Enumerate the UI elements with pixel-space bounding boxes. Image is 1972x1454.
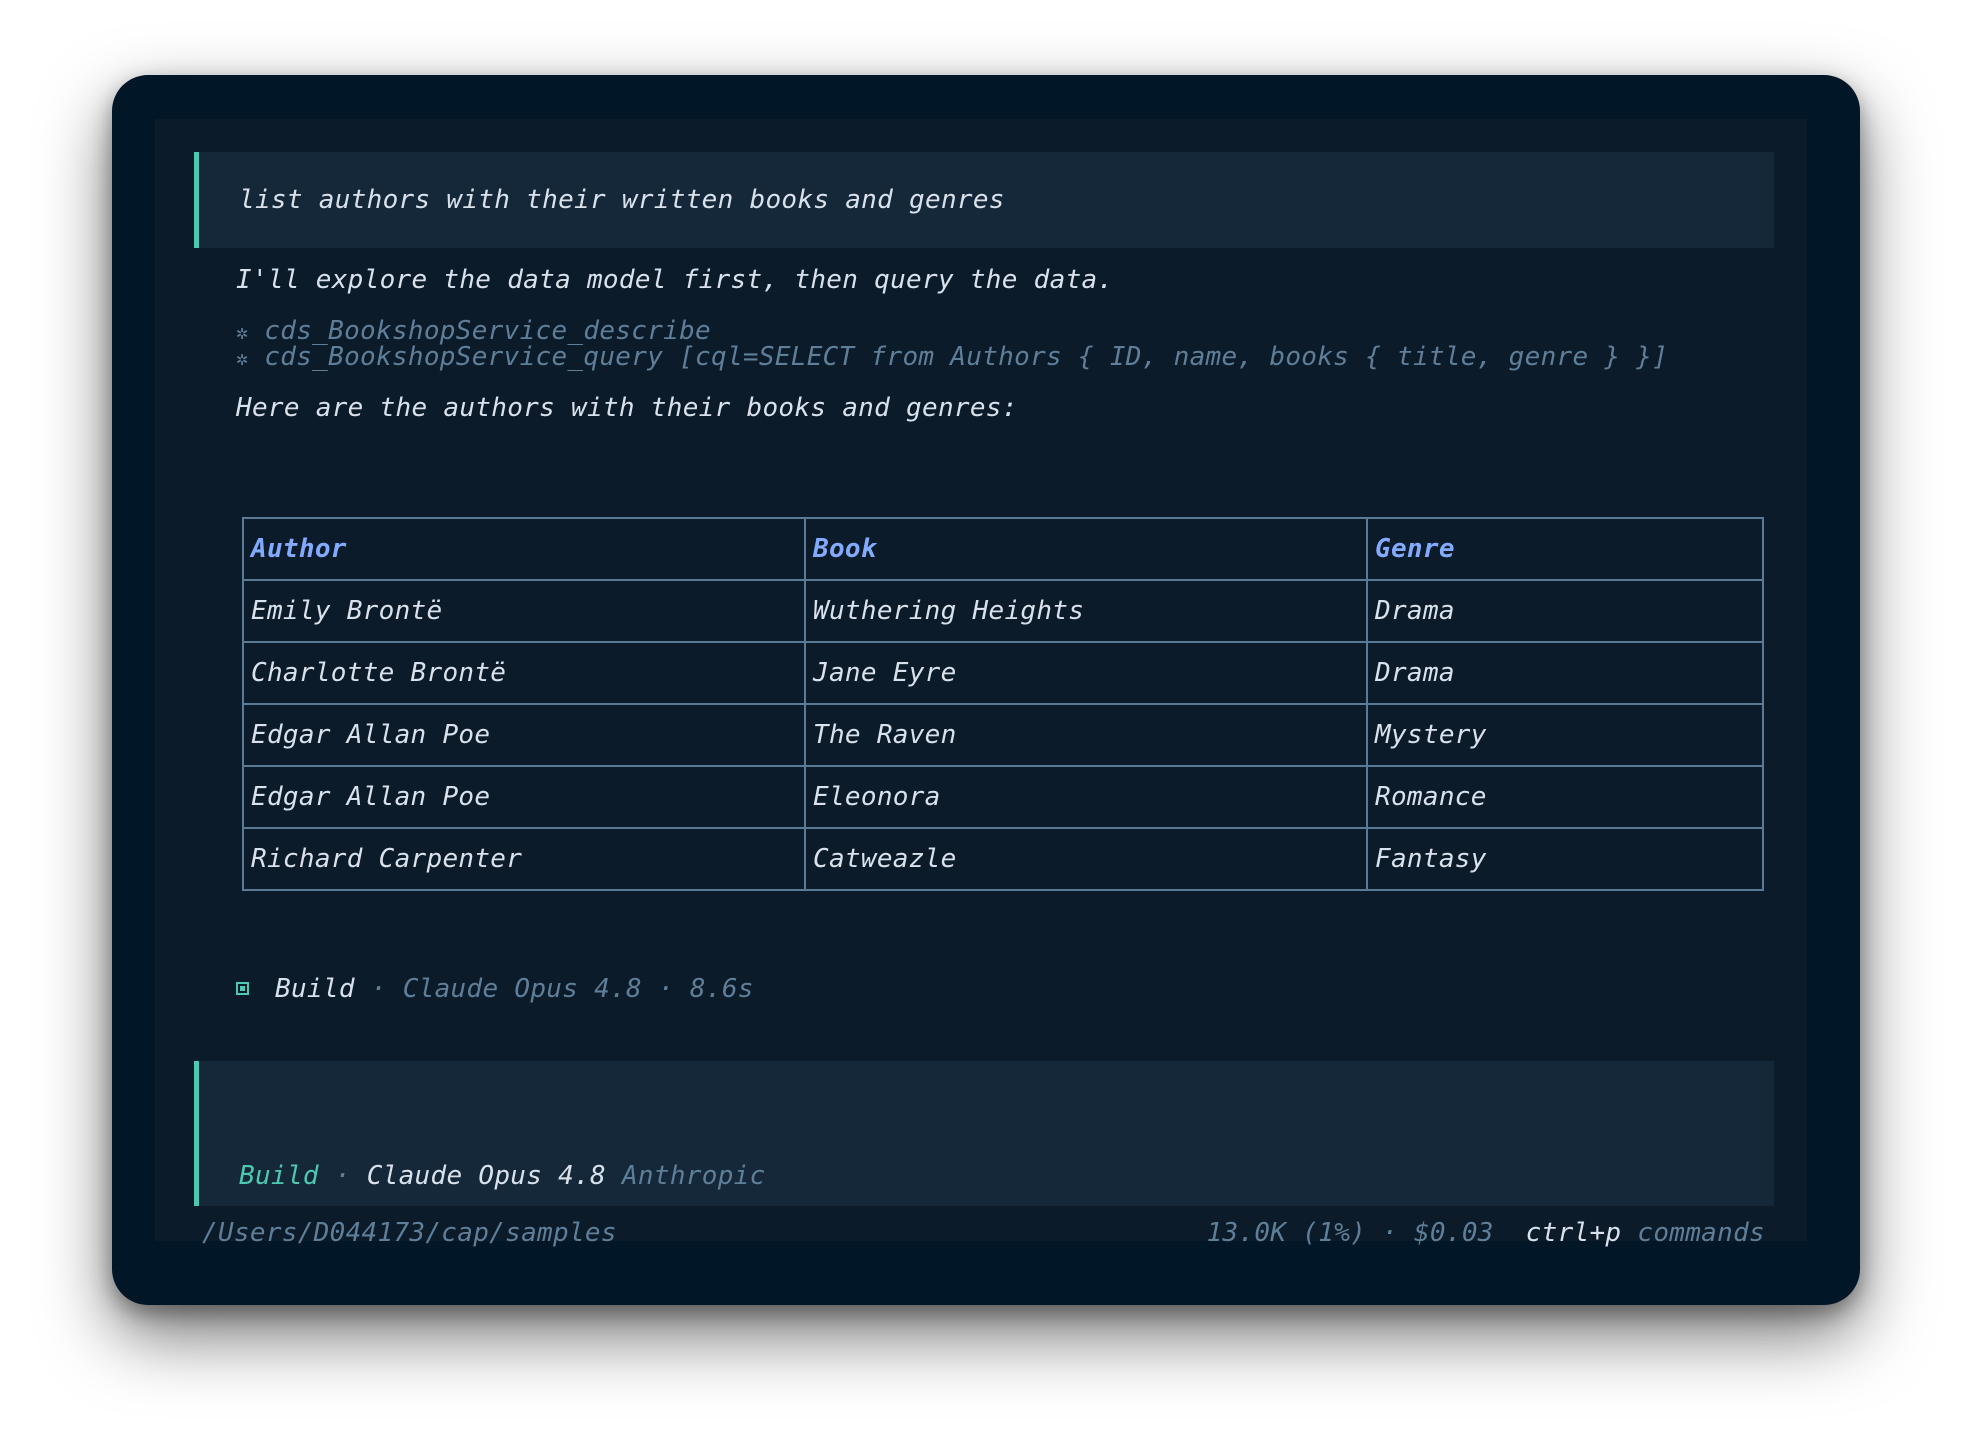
cell-genre: Fantasy — [1366, 827, 1764, 891]
column-header-author: Author — [242, 517, 806, 581]
status-model: Claude Opus 4.8 — [402, 974, 642, 1004]
input-separator: · — [334, 1161, 351, 1191]
input-info: Build · Claude Opus 4.8 Anthropic — [239, 1160, 766, 1192]
input-mode[interactable]: Build — [239, 1161, 319, 1191]
assistant-intro: I'll explore the data model first, then … — [236, 265, 1114, 295]
chat-pane: list authors with their written books an… — [155, 119, 1807, 1248]
working-directory: /Users/D044173/cap/samples — [202, 1218, 617, 1248]
status-line: Build · Claude Opus 4.8 · 8.6s — [236, 973, 754, 1005]
cell-genre: Drama — [1366, 579, 1764, 643]
input-model[interactable]: Claude Opus 4.8 — [367, 1161, 606, 1191]
assistant-summary: Here are the authors with their books an… — [236, 393, 1018, 423]
usage-info: 13.0K (1%) · $0.03 — [1206, 1218, 1494, 1248]
status-duration: 8.6s — [689, 974, 754, 1004]
shortcut-key: ctrl+p — [1525, 1218, 1622, 1248]
cell-author: Emily Brontë — [242, 579, 806, 643]
terminal-window: list authors with their written books an… — [112, 75, 1860, 1305]
cell-book: Eleonora — [804, 765, 1368, 829]
prompt-input[interactable]: Build · Claude Opus 4.8 Anthropic — [194, 1061, 1774, 1206]
status-mode: Build — [275, 974, 355, 1004]
table-row: Richard Carpenter Catweazle Fantasy — [242, 827, 1764, 891]
cell-genre: Romance — [1366, 765, 1764, 829]
table-row: Edgar Allan Poe The Raven Mystery — [242, 703, 1764, 767]
table-row: Charlotte Brontë Jane Eyre Drama — [242, 641, 1764, 705]
square-icon — [236, 982, 249, 995]
cell-book: Wuthering Heights — [804, 579, 1368, 643]
gear-icon: ✲ — [236, 346, 249, 370]
authors-table: Author Book Genre Emily Brontë Wuthering… — [242, 517, 1764, 891]
cell-author: Edgar Allan Poe — [242, 765, 806, 829]
commands-label[interactable]: commands — [1637, 1218, 1765, 1248]
status-separator: · — [370, 974, 387, 1004]
cell-genre: Drama — [1366, 641, 1764, 705]
cell-book: Jane Eyre — [804, 641, 1368, 705]
user-prompt: list authors with their written books an… — [239, 185, 1005, 215]
cell-book: Catweazle — [804, 827, 1368, 891]
status-separator: · — [657, 974, 674, 1004]
table-header-row: Author Book Genre — [242, 517, 1764, 581]
cell-author: Richard Carpenter — [242, 827, 806, 891]
column-header-genre: Genre — [1366, 517, 1764, 581]
tool-call-query: ✲ cds_BookshopService_query [cql=SELECT … — [236, 341, 1668, 374]
cell-genre: Mystery — [1366, 703, 1764, 767]
cell-author: Charlotte Brontë — [242, 641, 806, 705]
tool-call-label: cds_BookshopService_query [cql=SELECT fr… — [264, 342, 1669, 372]
column-header-book: Book — [804, 517, 1368, 581]
table-row: Edgar Allan Poe Eleonora Romance — [242, 765, 1764, 829]
cell-author: Edgar Allan Poe — [242, 703, 806, 767]
user-message-block: list authors with their written books an… — [194, 152, 1774, 248]
footer-info: 13.0K (1%) · $0.03 ctrl+p commands — [1207, 1217, 1765, 1249]
cell-book: The Raven — [804, 703, 1368, 767]
input-provider: Anthropic — [621, 1161, 766, 1191]
table-row: Emily Brontë Wuthering Heights Drama — [242, 579, 1764, 643]
